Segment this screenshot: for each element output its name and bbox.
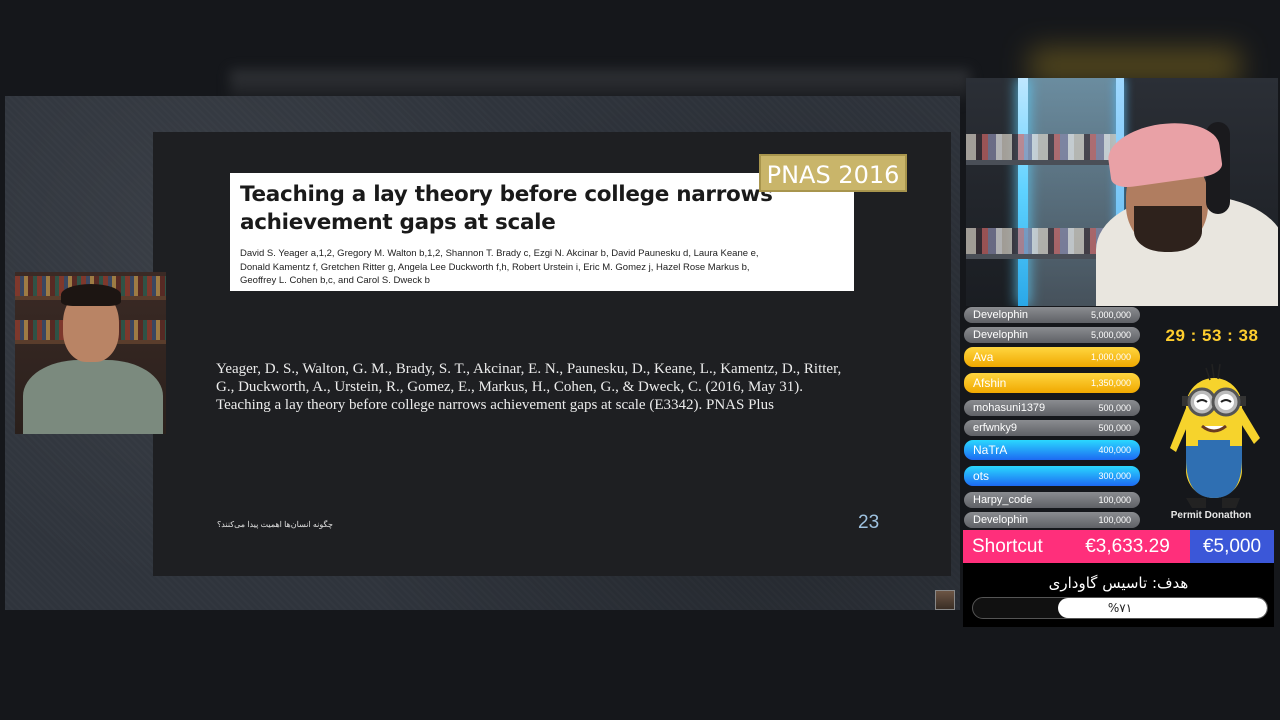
participant-avatar[interactable] bbox=[935, 590, 955, 610]
citation-line-3: Teaching a lay theory before college nar… bbox=[216, 397, 774, 413]
donation-amount: 300,000 bbox=[1098, 471, 1131, 481]
display-shelf bbox=[966, 160, 1116, 165]
donation-goal-bar: Shortcut €3,633.29 €5,000 bbox=[963, 530, 1274, 563]
authors-line-1: David S. Yeager a,1,2, Gregory M. Walton… bbox=[240, 248, 759, 259]
presenter-hair bbox=[61, 284, 121, 306]
donation-row: Harpy_code 100,000 bbox=[964, 492, 1140, 508]
donor-name: Develophin bbox=[973, 514, 1029, 526]
shortcut-current-amount: €3,633.29 bbox=[1065, 530, 1190, 563]
goal-box: هدف: تاسیس گاوداری %۷۱ bbox=[963, 563, 1274, 627]
donation-row: NaTrA 400,000 bbox=[964, 440, 1140, 460]
presenter-webcam bbox=[15, 272, 166, 434]
donation-amount: 1,350,000 bbox=[1090, 378, 1131, 388]
led-light-strip bbox=[1018, 78, 1028, 306]
paper-authors: David S. Yeager a,1,2, Gregory M. Walton… bbox=[240, 247, 840, 288]
donation-amount: 500,000 bbox=[1098, 403, 1131, 413]
display-shelf bbox=[966, 254, 1116, 259]
donor-name: NaTrA bbox=[973, 443, 1008, 457]
goal-progress-label: %۷۱ bbox=[1107, 601, 1133, 615]
presenter-body bbox=[23, 360, 163, 434]
minion-mascot bbox=[1170, 363, 1260, 508]
donor-name: Harpy_code bbox=[973, 494, 1033, 506]
donor-name: Develophin bbox=[973, 329, 1029, 341]
shortcut-goal-amount: €5,000 bbox=[1190, 530, 1274, 563]
donation-amount: 5,000,000 bbox=[1090, 330, 1131, 340]
donation-row: Ava 1,000,000 bbox=[964, 347, 1140, 367]
donation-amount: 500,000 bbox=[1098, 423, 1131, 433]
donation-amount: 1,000,000 bbox=[1090, 352, 1131, 362]
donor-name: mohasuni1379 bbox=[973, 402, 1046, 414]
shelf-figures bbox=[966, 134, 1116, 160]
citation-text: Yeager, D. S., Walton, G. M., Brady, S. … bbox=[216, 360, 896, 414]
paper-title: Teaching a lay theory before college nar… bbox=[240, 181, 780, 237]
donation-row: mohasuni1379 500,000 bbox=[964, 400, 1140, 416]
presentation-slide: Teaching a lay theory before college nar… bbox=[153, 132, 951, 576]
donation-row: Develophin 5,000,000 bbox=[964, 307, 1140, 323]
donation-row: Develophin 5,000,000 bbox=[964, 327, 1140, 343]
authors-line-2: Donald Kamentz f, Gretchen Ritter g, Ang… bbox=[240, 261, 750, 273]
citation-line-1: Yeager, D. S., Walton, G. M., Brady, S. … bbox=[216, 361, 842, 377]
donation-amount: 5,000,000 bbox=[1090, 310, 1131, 320]
shelf-figures bbox=[966, 228, 1116, 254]
donation-amount: 400,000 bbox=[1098, 445, 1131, 455]
donor-name: Ava bbox=[973, 350, 994, 364]
donation-row: ots 300,000 bbox=[964, 466, 1140, 486]
citation-line-2: G., Duckworth, A., Urstein, R., Gomez, E… bbox=[216, 379, 804, 395]
authors-line-3: Geoffrey L. Cohen b,c, and Carol S. Dwec… bbox=[240, 275, 430, 286]
donor-name: Afshin bbox=[973, 376, 1007, 390]
donor-name: Develophin bbox=[973, 309, 1029, 321]
donation-row: erfwnky9 500,000 bbox=[964, 420, 1140, 436]
subathon-timer: 29 : 53 : 38 bbox=[1165, 326, 1259, 345]
donation-row: Afshin 1,350,000 bbox=[964, 373, 1140, 393]
slide-page-number: 23 bbox=[858, 512, 880, 533]
donation-amount: 100,000 bbox=[1098, 515, 1131, 525]
streamer-webcam bbox=[966, 78, 1278, 306]
goal-progress-bar: %۷۱ bbox=[972, 597, 1268, 619]
donation-row: Develophin 100,000 bbox=[964, 512, 1140, 528]
pnas-badge: PNAS 2016 bbox=[759, 154, 907, 192]
donor-name: ots bbox=[973, 469, 990, 483]
subathon-label: Permit Donathon bbox=[1170, 510, 1252, 520]
streamer-beard bbox=[1134, 206, 1202, 252]
slide-footer-text: چگونه انسان‌ها اهمیت پیدا می‌کنند؟ bbox=[217, 520, 333, 529]
goal-title: هدف: تاسیس گاوداری bbox=[1048, 574, 1189, 592]
paper-title-line-1: Teaching a lay theory before college nar… bbox=[240, 182, 773, 207]
donation-amount: 100,000 bbox=[1098, 495, 1131, 505]
shortcut-label: Shortcut bbox=[963, 530, 1065, 563]
donor-name: erfwnky9 bbox=[973, 422, 1018, 434]
paper-title-line-2: achievement gaps at scale bbox=[240, 210, 556, 235]
